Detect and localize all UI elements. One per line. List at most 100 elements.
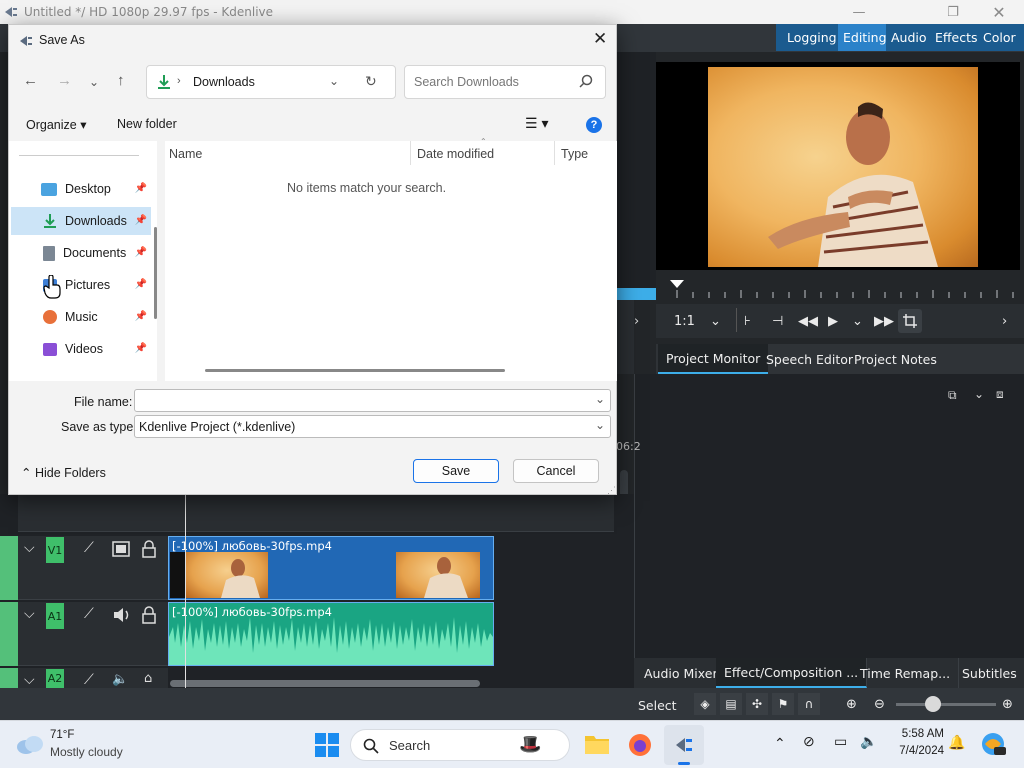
set-zone-out-icon[interactable]: ⊣ bbox=[772, 314, 783, 329]
maximize-button[interactable]: ❐ bbox=[930, 0, 976, 24]
panel-options-icon[interactable]: ⧈ bbox=[996, 387, 1004, 402]
hide-folders-button[interactable]: ⌃ Hide Folders bbox=[21, 465, 106, 480]
nav-item-downloads[interactable]: Downloads 📌 bbox=[11, 207, 151, 235]
zoom-in-icon[interactable]: ⊕ bbox=[1002, 697, 1013, 712]
waveform-icon[interactable]: ✣ bbox=[746, 693, 768, 715]
workspace-editing[interactable]: Editing bbox=[838, 24, 892, 51]
search-input[interactable]: Search Downloads bbox=[404, 65, 606, 99]
effects-v1-icon[interactable]: ⟋ bbox=[84, 540, 94, 556]
minimize-button[interactable]: — bbox=[836, 0, 882, 24]
firefox-icon[interactable] bbox=[628, 733, 652, 757]
save-type-select[interactable]: Kdenlive Project (*.kdenlive) ⌄ bbox=[134, 415, 611, 438]
address-location[interactable]: Downloads bbox=[193, 75, 255, 89]
address-bar[interactable]: › Downloads ⌄ ↻ bbox=[146, 65, 396, 99]
workspace-logging[interactable]: Logging bbox=[782, 24, 842, 51]
forward-icon[interactable]: → bbox=[57, 72, 72, 89]
clock-date[interactable]: 7/4/2024 bbox=[891, 745, 944, 757]
tab-time-remap[interactable]: Time Remap... bbox=[852, 658, 960, 688]
nav-item-documents[interactable]: Documents 📌 bbox=[11, 239, 151, 267]
address-dropdown-icon[interactable]: ⌄ bbox=[329, 74, 339, 88]
weather-desc[interactable]: Mostly cloudy bbox=[50, 745, 123, 759]
marker-icon[interactable]: ⚑ bbox=[772, 693, 794, 715]
compare-icon[interactable]: ⧉ bbox=[948, 388, 957, 403]
film-icon[interactable]: ▤ bbox=[720, 693, 742, 715]
kdenlive-taskbar-icon[interactable] bbox=[664, 725, 704, 765]
file-name-dropdown-icon[interactable]: ⌄ bbox=[595, 392, 605, 406]
mute-a2-icon[interactable]: 🔈 bbox=[112, 672, 128, 687]
file-list[interactable] bbox=[165, 141, 617, 381]
back-icon[interactable]: ← bbox=[23, 72, 38, 89]
collapse-a1-icon[interactable]: ⌵ bbox=[24, 606, 35, 622]
mute-a1-icon[interactable] bbox=[112, 606, 132, 624]
weather-cloud-icon[interactable] bbox=[16, 733, 44, 755]
tab-project-monitor[interactable]: Project Monitor bbox=[658, 344, 769, 374]
resize-grip-icon[interactable]: ⋰ bbox=[607, 485, 616, 496]
new-folder-button[interactable]: New folder bbox=[117, 117, 177, 131]
file-list-scrollbar[interactable] bbox=[205, 369, 505, 372]
crop-icon[interactable] bbox=[898, 309, 922, 333]
track-name-v1[interactable]: V1 bbox=[46, 537, 64, 563]
workspace-color[interactable]: Color bbox=[978, 24, 1021, 51]
clock-time[interactable]: 5:58 AM bbox=[896, 728, 944, 740]
timeline-horizontal-scrollbar[interactable] bbox=[170, 680, 480, 687]
forward-icon[interactable]: ▶▶ bbox=[874, 314, 894, 329]
volume-icon[interactable]: 🔈 bbox=[860, 733, 877, 750]
tab-project-notes[interactable]: Project Notes bbox=[846, 344, 945, 374]
hide-v1-icon[interactable] bbox=[112, 540, 130, 558]
column-type[interactable]: Type bbox=[561, 147, 588, 161]
nav-item-pictures[interactable]: Pictures 📌 bbox=[11, 271, 151, 299]
refresh-icon[interactable]: ↻ bbox=[365, 73, 377, 90]
recent-locations-icon[interactable]: ⌄ bbox=[89, 75, 99, 89]
tab-effect-composition[interactable]: Effect/Composition ... bbox=[716, 658, 868, 688]
workspace-effects[interactable]: Effects bbox=[930, 24, 983, 51]
collapse-v1-icon[interactable]: ⌵ bbox=[24, 540, 35, 556]
network-off-icon[interactable]: ⊘ bbox=[803, 733, 815, 750]
nav-item-videos[interactable]: Videos 📌 bbox=[11, 335, 151, 363]
display-icon[interactable]: ▭ bbox=[834, 733, 847, 750]
save-type-dropdown-icon[interactable]: ⌄ bbox=[595, 418, 605, 432]
lock-a1-icon[interactable] bbox=[142, 606, 156, 624]
zoom-slider-track[interactable] bbox=[896, 703, 996, 706]
collapse-a2-icon[interactable]: ⌵ bbox=[24, 672, 35, 688]
nav-scrollbar[interactable] bbox=[154, 227, 157, 319]
panel-dropdown-icon[interactable]: ⌄ bbox=[974, 387, 984, 401]
rewind-icon[interactable]: ◀◀ bbox=[798, 314, 818, 329]
bin-next-icon[interactable]: › bbox=[634, 314, 639, 329]
weather-temp[interactable]: 71°F bbox=[50, 729, 74, 741]
dialog-close-button[interactable]: ✕ bbox=[593, 29, 607, 49]
nav-item-music[interactable]: Music 📌 bbox=[11, 303, 151, 331]
windows-start-icon[interactable] bbox=[315, 733, 339, 757]
save-button[interactable]: Save bbox=[413, 459, 499, 483]
snap-icon[interactable]: ∩ bbox=[798, 693, 820, 715]
organize-button[interactable]: Organize ▾ bbox=[26, 117, 87, 132]
copilot-icon[interactable] bbox=[980, 731, 1006, 757]
track-name-a1[interactable]: A1 bbox=[46, 603, 64, 629]
help-icon[interactable]: ? bbox=[586, 117, 602, 133]
zoom-fit-icon[interactable]: ⊕ bbox=[846, 697, 857, 712]
up-folder-icon[interactable]: ↑ bbox=[117, 72, 125, 89]
lock-a2-icon[interactable]: ⌂ bbox=[144, 671, 152, 686]
close-window-button[interactable]: ✕ bbox=[976, 0, 1022, 24]
track-name-a2[interactable]: A2 bbox=[46, 669, 64, 688]
taskbar-search[interactable]: Search 🎩 bbox=[350, 729, 570, 761]
play-options-icon[interactable]: ⌄ bbox=[852, 314, 863, 329]
column-name[interactable]: Name bbox=[169, 147, 202, 161]
timeline-playhead[interactable] bbox=[185, 494, 186, 688]
nav-item-desktop[interactable]: Desktop 📌 bbox=[11, 175, 151, 203]
tag-icon[interactable]: ◈ bbox=[694, 693, 716, 715]
effects-a1-icon[interactable]: ⟋ bbox=[84, 606, 94, 622]
column-date-modified[interactable]: Date modified bbox=[417, 147, 494, 161]
workspace-audio[interactable]: Audio bbox=[886, 24, 932, 51]
monitor-ruler[interactable] bbox=[656, 278, 1024, 300]
show-hidden-icons-icon[interactable]: ⌃ bbox=[774, 735, 786, 752]
monitor-more-icon[interactable]: › bbox=[1002, 314, 1007, 329]
play-icon[interactable]: ▶ bbox=[828, 314, 838, 329]
effects-a2-icon[interactable]: ⟋ bbox=[84, 672, 94, 688]
file-explorer-icon[interactable] bbox=[584, 733, 610, 755]
cancel-button[interactable]: Cancel bbox=[513, 459, 599, 483]
lock-v1-icon[interactable] bbox=[142, 540, 156, 558]
view-options-icon[interactable]: ☰ ▾ bbox=[525, 115, 548, 132]
zoom-dropdown-icon[interactable]: ⌄ bbox=[710, 314, 721, 329]
notification-bell-icon[interactable]: 🔔 bbox=[948, 734, 965, 751]
zoom-slider-handle[interactable] bbox=[925, 696, 941, 712]
